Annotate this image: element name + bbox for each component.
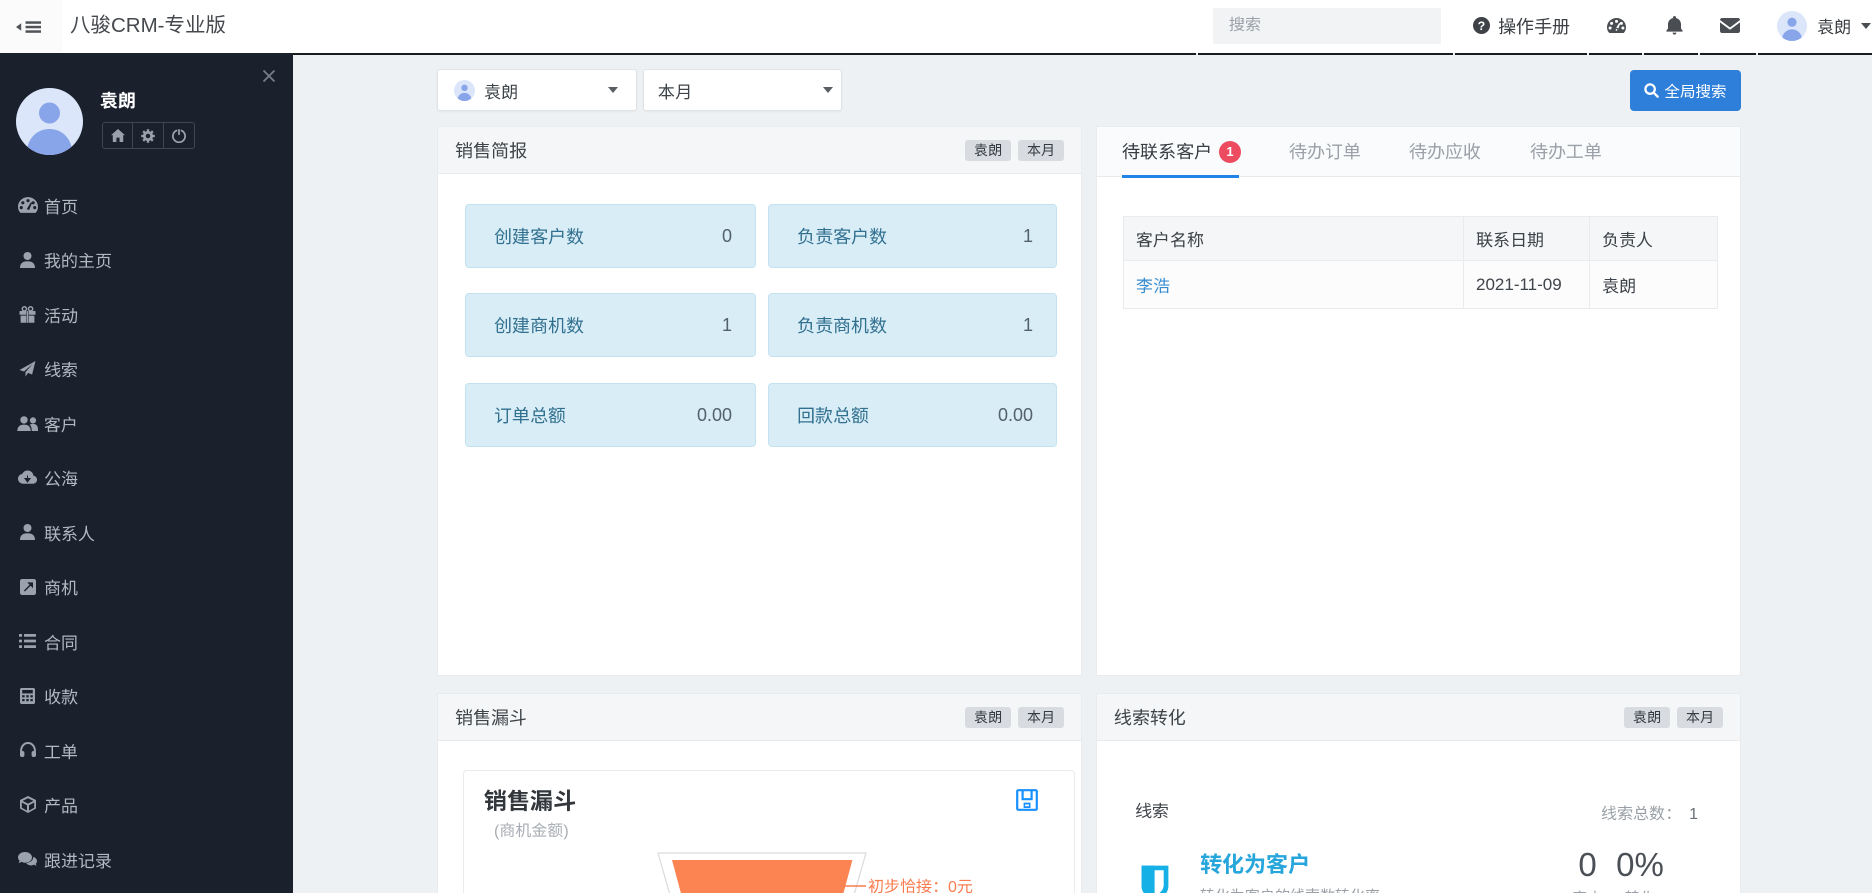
- svg-text:?: ?: [1478, 19, 1485, 33]
- svg-text:初步恰接：0元: 初步恰接：0元: [868, 878, 973, 893]
